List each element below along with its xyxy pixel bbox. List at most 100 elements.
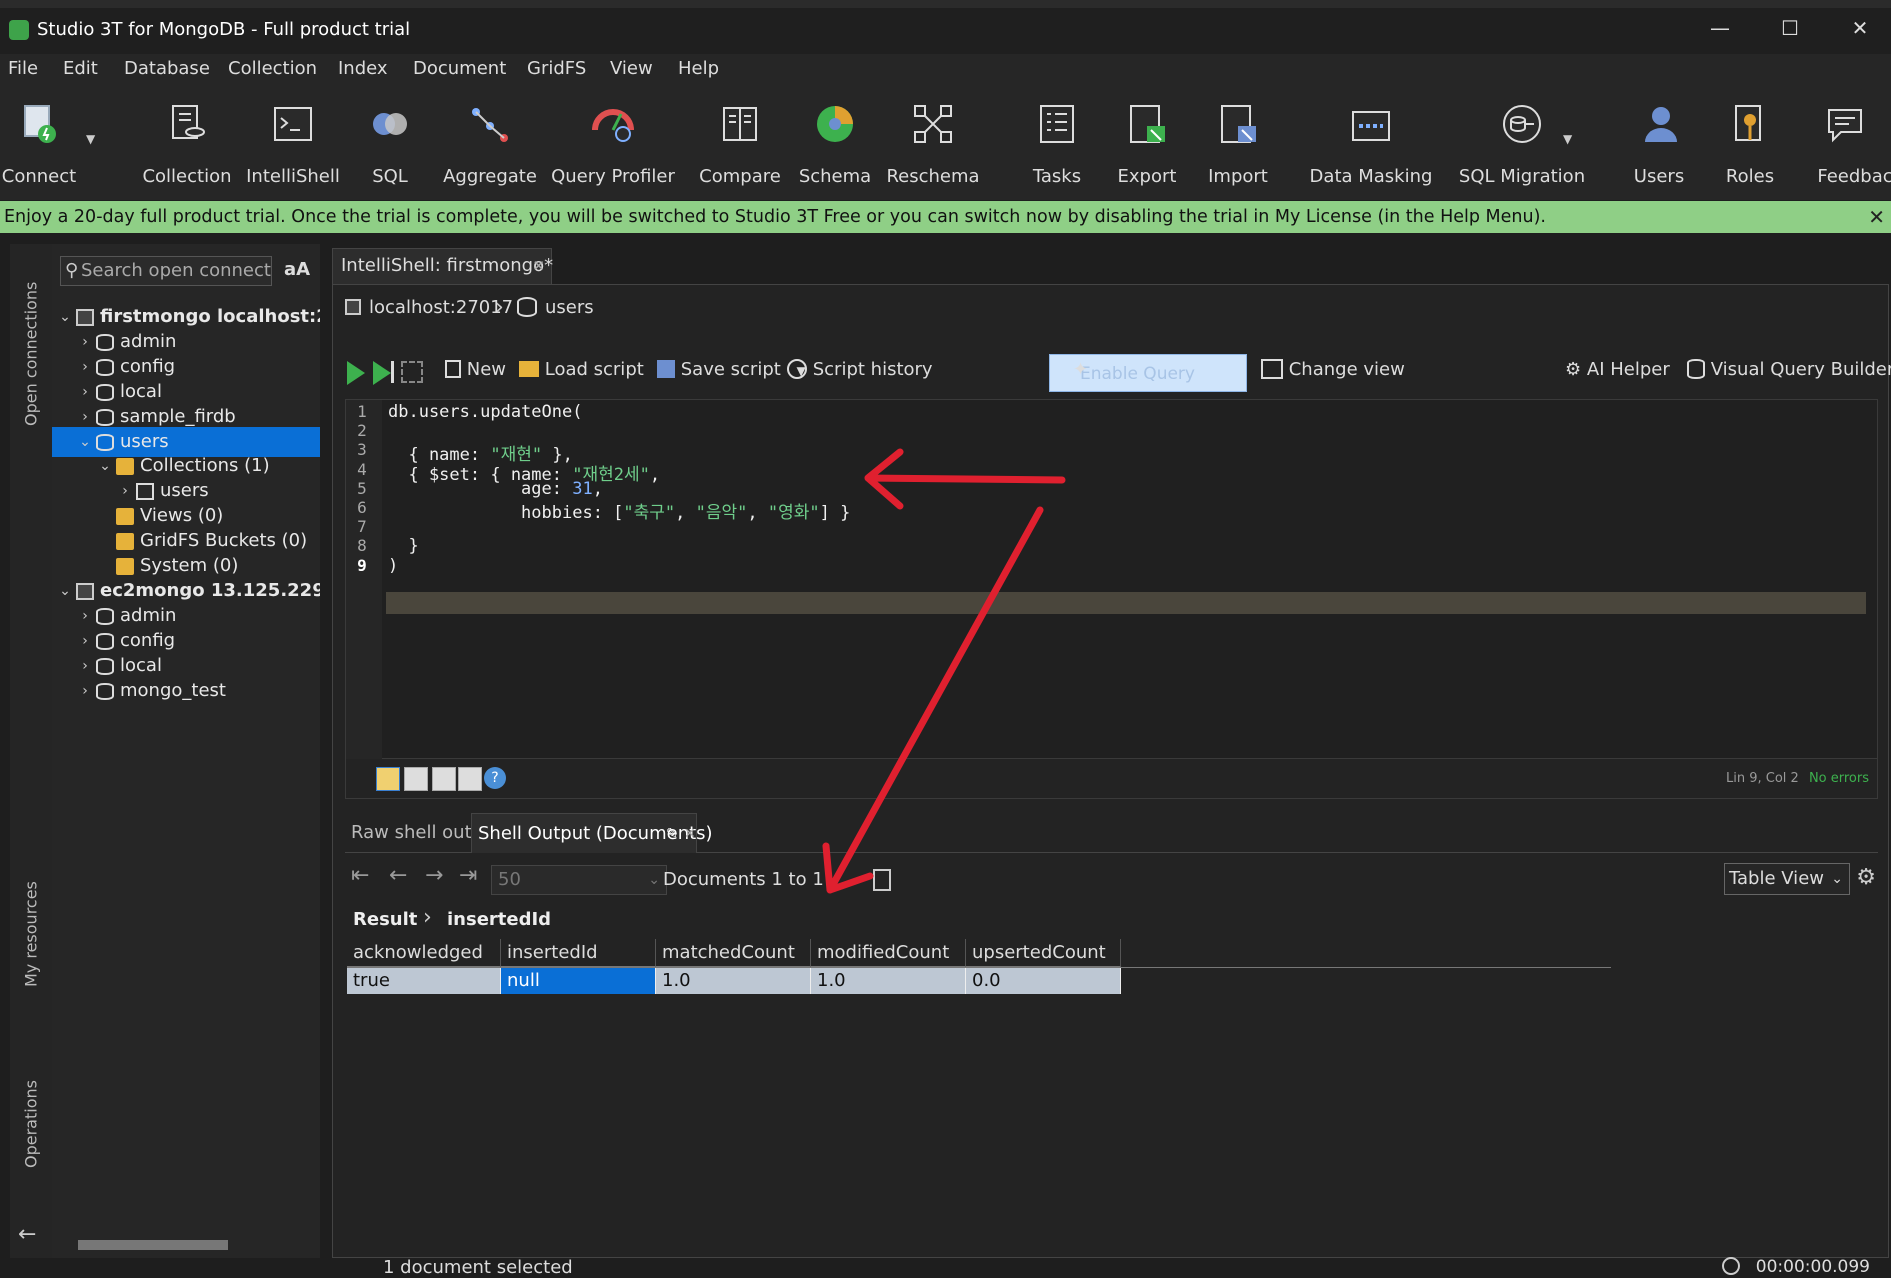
table-cell[interactable]: 0.0 [966,968,1121,994]
visual-query-builder-button[interactable]: Visual Query Builder [1687,359,1891,380]
toolbar-compare[interactable]: Compare [699,86,781,196]
column-header[interactable]: insertedId [501,939,656,967]
table-cell[interactable]: true [347,968,501,994]
banner-close-icon[interactable]: ✕ [1868,201,1885,233]
load-script-button[interactable]: Load script ▼ [519,359,669,380]
toolbar-tasks[interactable]: Tasks [1022,86,1092,196]
pin-icon[interactable]: ✎ [666,814,678,854]
stop-icon[interactable] [401,361,423,383]
code-token: db.users.updateOne( [388,402,583,422]
toolbar-collection[interactable]: Collection [142,86,232,196]
toolbar-connect[interactable]: Connect [2,86,76,196]
table-cell[interactable]: 1.0 [811,968,966,994]
gear-icon[interactable]: ⚙ [1856,865,1876,890]
toolbar-intellishell[interactable]: IntelliShell [246,86,340,196]
ai-helper-button[interactable]: ⚙ AI Helper [1565,359,1670,380]
database-icon [96,383,114,401]
script-history-button[interactable]: Script history [787,359,933,380]
toolbar-export[interactable]: Export [1112,86,1182,196]
toolbar-schema[interactable]: Schema [799,86,871,196]
column-header[interactable]: modifiedCount [811,939,966,967]
users-icon [1645,107,1677,142]
toolbar-sql[interactable]: SQL [355,86,425,196]
query-code-icon[interactable] [873,869,891,891]
side-tab-operations[interactable]: Operations [10,1064,52,1184]
tab-close-icon[interactable]: ✕ [532,249,545,283]
save-script-button[interactable]: Save script ▼ [657,359,806,380]
outdent-icon[interactable] [458,767,482,791]
tree-horizontal-scrollbar[interactable] [78,1240,228,1250]
toolbar-roles[interactable]: Roles [1715,86,1785,196]
menu-collection[interactable]: Collection [228,58,317,79]
breadcrumb-host[interactable]: localhost:27017 [369,297,513,318]
menu-help[interactable]: Help [678,58,719,79]
new-script-button[interactable]: New [445,359,506,380]
toolbar-feedback[interactable]: Feedbac [1810,86,1891,196]
toolbar-reschema[interactable]: Reschema [886,86,980,196]
trial-banner: Enjoy a 20-day full product trial. Once … [0,201,1891,233]
format-query-icon[interactable] [376,767,400,791]
code-token: , [675,503,696,523]
toolbar-users[interactable]: Users [1624,86,1694,196]
comment-icon[interactable] [404,767,428,791]
toolbar-aggregate-label: Aggregate [443,166,537,187]
result-path-root[interactable]: Result [353,909,417,930]
menu-gridfs[interactable]: GridFS [527,58,586,79]
maximize-button[interactable]: ☐ [1770,16,1810,40]
result-path-field[interactable]: insertedId [447,909,551,930]
tree-item[interactable]: › mongo_test [52,676,320,706]
side-tab-my-resources[interactable]: My resources [10,874,52,994]
result-tab-close-icon[interactable]: ✕ [684,814,696,854]
minimize-button[interactable]: — [1700,16,1740,40]
menu-database[interactable]: Database [124,58,210,79]
table-cell[interactable]: null [501,968,656,994]
script-history-label: Script history [812,359,933,380]
prev-page-icon[interactable]: ← [389,863,407,888]
execution-time-value: 00:00:00.099 [1755,1257,1870,1277]
tab-shell-output-documents[interactable]: Shell Output (Documents) ✎ ✕ [471,813,713,854]
run-current-icon[interactable] [373,361,391,385]
page-size-select[interactable]: 50 ⌄ [491,865,667,895]
column-header[interactable]: acknowledged [347,939,501,967]
next-page-icon[interactable]: → [425,863,443,888]
column-header[interactable]: matchedCount [656,939,811,967]
new-icon [445,360,461,378]
menu-view[interactable]: View [610,58,653,79]
view-mode-select[interactable]: Table View ⌄ [1724,863,1850,895]
toolbar-aggregate[interactable]: Aggregate [443,86,537,196]
menu-document[interactable]: Document [413,58,506,79]
menu-index[interactable]: Index [338,58,388,79]
first-page-icon[interactable]: ⇤ [351,863,369,888]
code-line: hobbies: ["축구", "음악", "영화"] } [388,498,850,523]
table-cell[interactable]: 1.0 [656,968,811,994]
close-window-button[interactable]: ✕ [1840,16,1880,40]
last-page-icon[interactable]: ⇥ [459,863,477,888]
studio3t-logo-icon [9,20,29,40]
collection-icon [136,483,154,501]
code-token: , [649,464,661,485]
tab-intellishell[interactable]: IntelliShell: firstmongo* ✕ [332,248,553,284]
toolbar-intellishell-label: IntelliShell [246,166,340,187]
breadcrumb-db[interactable]: users [545,297,594,318]
code-editor[interactable]: 123456789 db.users.updateOne( { name: "재… [345,399,1878,760]
case-sensitive-toggle[interactable]: aA [284,259,310,280]
search-icon: ⚲ [65,260,79,281]
database-icon [96,657,114,675]
help-icon[interactable]: ? [484,767,506,789]
search-connections-input[interactable]: ⚲ Search open connectio [60,256,272,286]
toolbar-data-masking[interactable]: Data Masking [1310,86,1432,196]
chevron-right-icon[interactable]: › [78,676,92,706]
menu-edit[interactable]: Edit [63,58,98,79]
menu-file[interactable]: File [8,58,38,79]
code-token: "음악" [695,503,748,523]
toolbar-import[interactable]: Import [1203,86,1273,196]
collapse-arrow-icon[interactable]: ← [18,1222,36,1247]
toolbar-query-profiler[interactable]: Query Profiler [551,86,675,196]
run-icon[interactable] [347,361,365,385]
connect-dropdown-icon[interactable]: ▼ [86,132,95,146]
sql-migration-dropdown-icon[interactable]: ▼ [1563,132,1572,146]
change-view-button[interactable]: Change view [1261,359,1405,380]
column-header[interactable]: upsertedCount [966,939,1121,967]
indent-icon[interactable] [432,767,456,791]
side-tab-open-connections[interactable]: Open connections [10,254,52,454]
